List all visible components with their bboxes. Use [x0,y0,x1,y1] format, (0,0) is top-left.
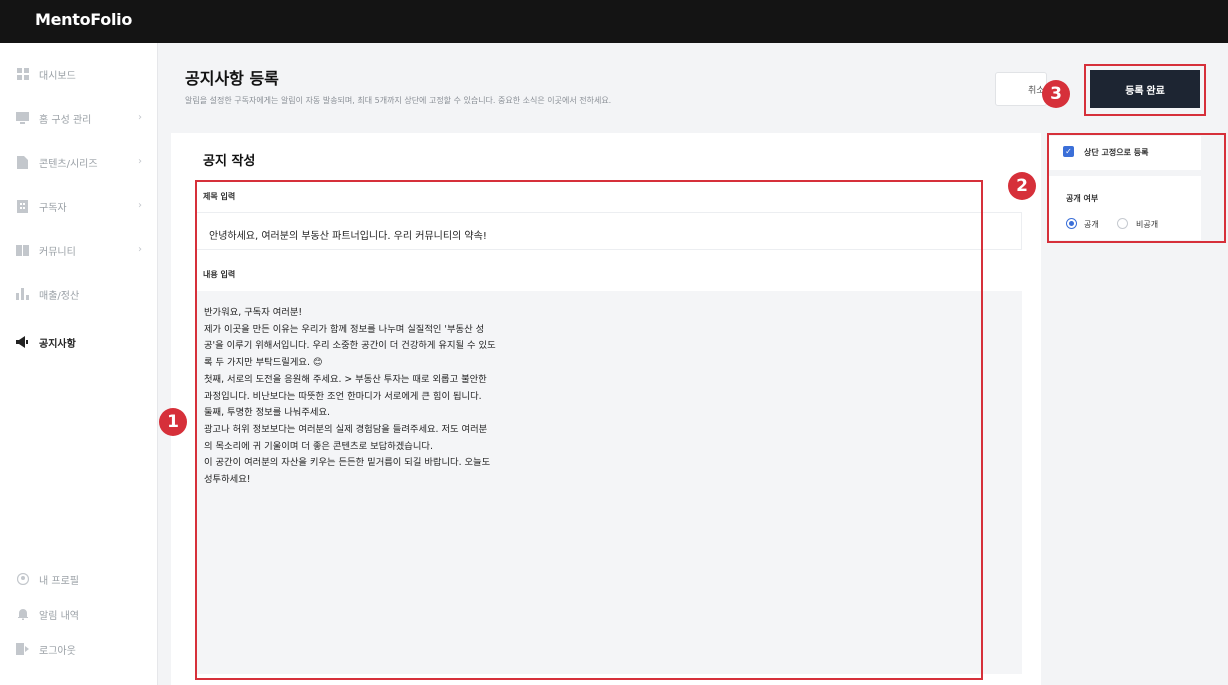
sidebar-item-label: 알림 내역 [39,610,79,622]
sidebar-item-label: 커뮤니티 [39,246,76,258]
bar-chart-icon [16,288,29,300]
sidebar-item-label: 구독자 [39,202,67,214]
sidebar-item-label: 대시보드 [39,70,76,82]
logout-icon [16,643,29,655]
sidebar-item-label: 공지사항 [39,338,76,350]
grid-icon [16,68,29,80]
sidebar-item-dashboard[interactable]: 대시보드 [16,64,146,84]
chevron-right-icon: › [138,156,142,167]
annotation-box-2 [1047,133,1226,243]
sidebar-item-label: 로그아웃 [39,645,76,657]
sidebar-item-sales[interactable]: 매출/정산 [16,284,146,304]
sidebar-item-label: 매출/정산 [39,290,80,302]
chevron-right-icon: › [138,200,142,211]
chevron-right-icon: › [138,244,142,255]
sidebar-item-subscribers[interactable]: 구독자 › [16,196,146,216]
sidebar-item-label: 내 프로필 [39,575,79,587]
sidebar-item-community[interactable]: 커뮤니티 › [16,240,146,260]
sidebar-item-home-config[interactable]: 홈 구성 관리 › [16,108,146,128]
sidebar-item-notices[interactable]: 공지사항 [16,332,146,352]
annotation-badge-3: 3 [1042,80,1070,108]
building-icon [16,199,29,213]
monitor-icon [16,112,29,124]
user-icon [16,573,29,585]
sidebar-item-notifications[interactable]: 알림 내역 [16,604,146,624]
annotation-badge-2: 2 [1008,172,1036,200]
megaphone-icon [16,336,29,348]
sidebar-item-logout[interactable]: 로그아웃 [16,639,146,659]
annotation-badge-1: 1 [159,408,187,436]
sidebar-item-contents[interactable]: 콘텐츠/시리즈 › [16,152,146,172]
annotation-box-1 [195,180,983,680]
annotation-box-3 [1084,64,1206,116]
sidebar-item-profile[interactable]: 내 프로필 [16,569,146,589]
sidebar-item-label: 홈 구성 관리 [39,114,92,126]
page-title: 공지사항 등록 [185,69,279,88]
top-bar: MentoFolio [0,0,1228,43]
brand-logo[interactable]: MentoFolio [35,10,132,29]
cancel-button[interactable]: 취소 [995,72,1047,106]
file-icon [16,155,29,169]
page-description: 알림을 설정한 구독자에게는 알림이 자동 발송되며, 최대 5개까지 상단에 … [185,96,612,105]
book-icon [16,244,29,256]
sidebar-item-label: 콘텐츠/시리즈 [39,158,98,170]
bell-icon [16,608,29,620]
card-title: 공지 작성 [203,154,256,169]
chevron-right-icon: › [138,112,142,123]
